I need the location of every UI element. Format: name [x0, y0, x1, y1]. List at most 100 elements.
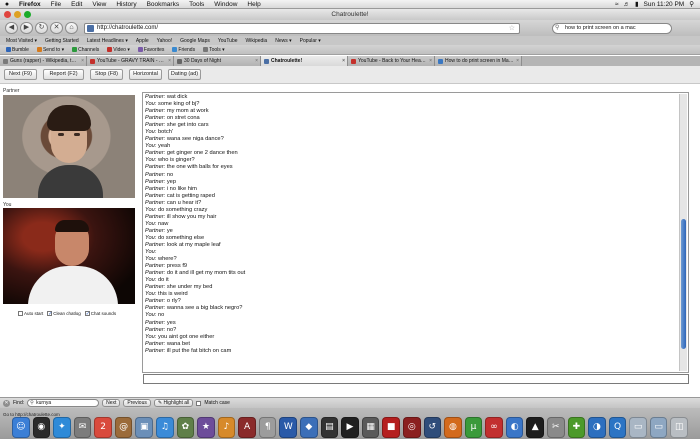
- bookmark-item[interactable]: News ▾: [271, 38, 295, 44]
- auto-start-checkbox[interactable]: [18, 311, 23, 316]
- chat-sounds-option[interactable]: ✓ Chat sounds: [84, 311, 116, 317]
- firefox-icon[interactable]: ◍: [444, 417, 462, 438]
- tab-close-icon[interactable]: ×: [81, 58, 86, 64]
- iphoto-icon[interactable]: ✿: [176, 417, 195, 438]
- addon-item[interactable]: Favorites: [134, 47, 169, 53]
- redbook-icon[interactable]: ■: [382, 417, 400, 438]
- dating-button[interactable]: Dating (ad): [168, 69, 201, 80]
- zoom-window-icon[interactable]: [24, 11, 31, 18]
- addon-item[interactable]: Friends: [168, 47, 199, 53]
- chat-log[interactable]: Partner: wat dick You: some king of bj? Pa…: [142, 92, 689, 373]
- match-case-checkbox[interactable]: [196, 400, 202, 406]
- bookmark-star-icon[interactable]: ☆: [509, 24, 515, 33]
- downloads-icon[interactable]: ▭: [649, 417, 668, 438]
- addon-item[interactable]: Bumble: [2, 47, 33, 53]
- menu-firefox[interactable]: Firefox: [14, 1, 46, 8]
- finder-icon[interactable]: ☺: [11, 417, 30, 438]
- bittorrent-icon[interactable]: µ: [464, 417, 483, 438]
- stocks-icon[interactable]: ▦: [361, 417, 380, 438]
- photobooth-icon[interactable]: ◎: [402, 417, 421, 438]
- tab-close-icon[interactable]: ×: [342, 58, 347, 64]
- report-button[interactable]: Report (F2): [43, 69, 84, 80]
- menu-bookmarks[interactable]: Bookmarks: [142, 1, 185, 8]
- bookmark-item[interactable]: Latest Headlines ▾: [83, 38, 132, 44]
- tab-close-icon[interactable]: ×: [168, 58, 173, 64]
- preview-icon[interactable]: ▣: [135, 417, 154, 438]
- addon-item[interactable]: Send to ▾: [33, 47, 68, 53]
- browser-tab[interactable]: Guns (rapper) - Wikipedia, the f... ×: [0, 56, 87, 66]
- garageband-icon[interactable]: ♪: [217, 417, 236, 438]
- auto-start-option[interactable]: Auto start: [18, 311, 43, 316]
- bookmark-item[interactable]: Most Visited ▾: [2, 38, 41, 44]
- globe-icon[interactable]: ◐: [505, 417, 524, 438]
- chat-scrollbar[interactable]: [679, 94, 687, 371]
- browser-tab[interactable]: YouTube - Back to Your Head T... ×: [348, 56, 435, 66]
- find-previous-button[interactable]: Previous: [123, 399, 151, 407]
- keynote-icon[interactable]: ◆: [300, 417, 318, 438]
- minimize-window-icon[interactable]: [14, 11, 21, 18]
- spotlight-icon[interactable]: ⚲: [689, 0, 694, 8]
- menu-tools[interactable]: Tools: [184, 1, 209, 8]
- back-button[interactable]: ◀: [5, 22, 18, 34]
- film-icon[interactable]: ▶: [341, 417, 359, 438]
- apple-menu-icon[interactable]: ●: [0, 1, 14, 8]
- battery-icon[interactable]: ▮: [635, 0, 639, 8]
- url-bar[interactable]: http://chatroulette.com/ ☆: [84, 22, 520, 34]
- menu-view[interactable]: View: [87, 1, 111, 8]
- dictionary-icon[interactable]: A: [238, 417, 256, 438]
- stop-button[interactable]: ✕: [50, 22, 63, 34]
- bookmark-item[interactable]: Yahoo!: [153, 38, 176, 44]
- menu-window[interactable]: Window: [209, 1, 242, 8]
- menu-file[interactable]: File: [46, 1, 66, 8]
- addon-item[interactable]: Tools ▾: [199, 47, 229, 53]
- wifi-icon[interactable]: ≈: [615, 1, 619, 8]
- menu-help[interactable]: Help: [242, 1, 265, 8]
- documents-icon[interactable]: ▭: [629, 417, 647, 438]
- addressbook-icon[interactable]: @: [114, 417, 133, 438]
- xbox-icon[interactable]: ✚: [567, 417, 586, 438]
- mail-icon[interactable]: ✉: [73, 417, 92, 438]
- bookmark-item[interactable]: YouTube: [214, 38, 242, 44]
- highlight-all-button[interactable]: ✎ Highlight all: [153, 399, 194, 407]
- next-button[interactable]: Next (F9): [4, 69, 37, 80]
- ical-icon[interactable]: 2: [94, 417, 112, 438]
- search-input[interactable]: ⚲ how to print screen on a mac: [552, 22, 672, 34]
- addon-item[interactable]: Video ▾: [103, 47, 134, 53]
- browser-tab[interactable]: 30 Days of Night ×: [174, 56, 261, 66]
- clean-chatlog-option[interactable]: ✓ Clean chatlog: [47, 311, 81, 317]
- bookmark-item[interactable]: Popular ▾: [296, 38, 325, 44]
- quicktime-icon[interactable]: Q: [608, 417, 627, 438]
- browser-tab[interactable]: How to do print screen in Mac ... ×: [435, 56, 522, 66]
- horizontal-button[interactable]: Horizontal: [129, 69, 162, 80]
- itunes-icon[interactable]: ♫: [156, 417, 174, 438]
- bookmark-item[interactable]: Google Maps: [176, 38, 214, 44]
- browser-tab[interactable]: Chatroulette! ×: [261, 56, 348, 66]
- chat-sounds-checkbox[interactable]: ✓: [84, 311, 90, 317]
- bookmark-item[interactable]: Apple: [132, 38, 153, 44]
- find-input[interactable]: ⚲ kurnya: [27, 399, 100, 407]
- word-icon[interactable]: W: [279, 417, 298, 438]
- chat-scroll-thumb[interactable]: [681, 219, 686, 349]
- dashboard-icon[interactable]: ◉: [32, 417, 51, 438]
- adobe-icon[interactable]: ∞: [485, 417, 503, 438]
- clapper-icon[interactable]: ▤: [320, 417, 339, 438]
- reload-button[interactable]: ↻: [35, 22, 48, 34]
- clean-chatlog-checkbox[interactable]: ✓: [47, 311, 52, 317]
- tools-icon[interactable]: ✂: [547, 417, 565, 438]
- imovie-icon[interactable]: ★: [197, 417, 215, 438]
- bookmark-item[interactable]: Wikipedia: [242, 38, 272, 44]
- bookmark-item[interactable]: Getting Started: [41, 38, 83, 44]
- trash-icon[interactable]: ◫: [670, 417, 689, 438]
- globe2-icon[interactable]: ◑: [588, 417, 606, 438]
- close-window-icon[interactable]: [4, 11, 11, 18]
- menu-edit[interactable]: Edit: [66, 1, 87, 8]
- tab-close-icon[interactable]: ×: [429, 58, 434, 64]
- textedit-icon[interactable]: ¶: [258, 417, 277, 438]
- menu-history[interactable]: History: [111, 1, 141, 8]
- timemachine-icon[interactable]: ↺: [423, 417, 442, 438]
- find-next-button[interactable]: Next: [102, 399, 121, 407]
- chat-message-input[interactable]: [143, 374, 689, 384]
- safari-icon[interactable]: ✦: [53, 417, 71, 438]
- tab-close-icon[interactable]: ×: [255, 58, 260, 64]
- home-button[interactable]: ⌂: [65, 22, 78, 34]
